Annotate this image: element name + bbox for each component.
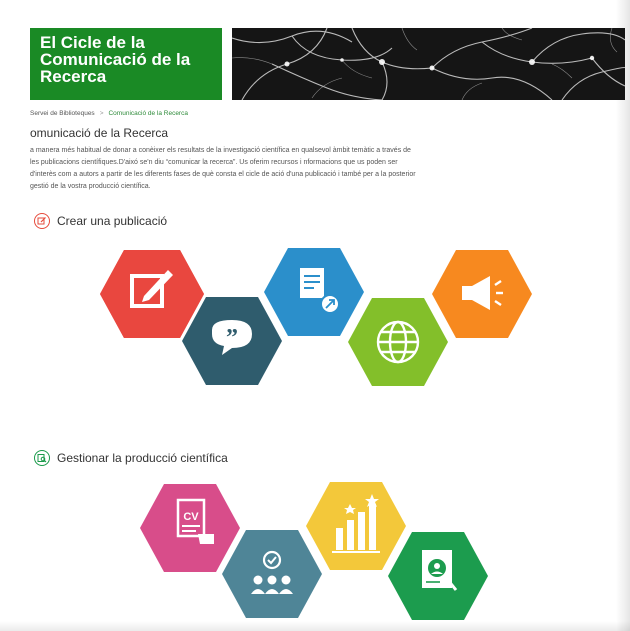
- hex-globe[interactable]: [348, 298, 448, 386]
- hexagon-menus: ” CV: [100, 248, 532, 620]
- hex-profile-search[interactable]: [388, 532, 488, 620]
- hex-document[interactable]: [264, 248, 364, 336]
- hex-edit[interactable]: [100, 250, 204, 338]
- svg-text:”: ”: [226, 325, 238, 351]
- hex-quote[interactable]: ”: [182, 297, 282, 385]
- page-bottom-shadow: [0, 621, 630, 631]
- page-edge-shadow: [616, 0, 630, 631]
- hex-megaphone[interactable]: [432, 250, 532, 338]
- hex-cv[interactable]: CV: [140, 484, 240, 572]
- cv-text: CV: [183, 511, 199, 523]
- profile-search-icon: [422, 550, 458, 591]
- hex-chart[interactable]: [306, 482, 406, 570]
- page: El Cicle de la Comunicació de la Recerca: [0, 0, 630, 631]
- hex-people[interactable]: [222, 530, 322, 618]
